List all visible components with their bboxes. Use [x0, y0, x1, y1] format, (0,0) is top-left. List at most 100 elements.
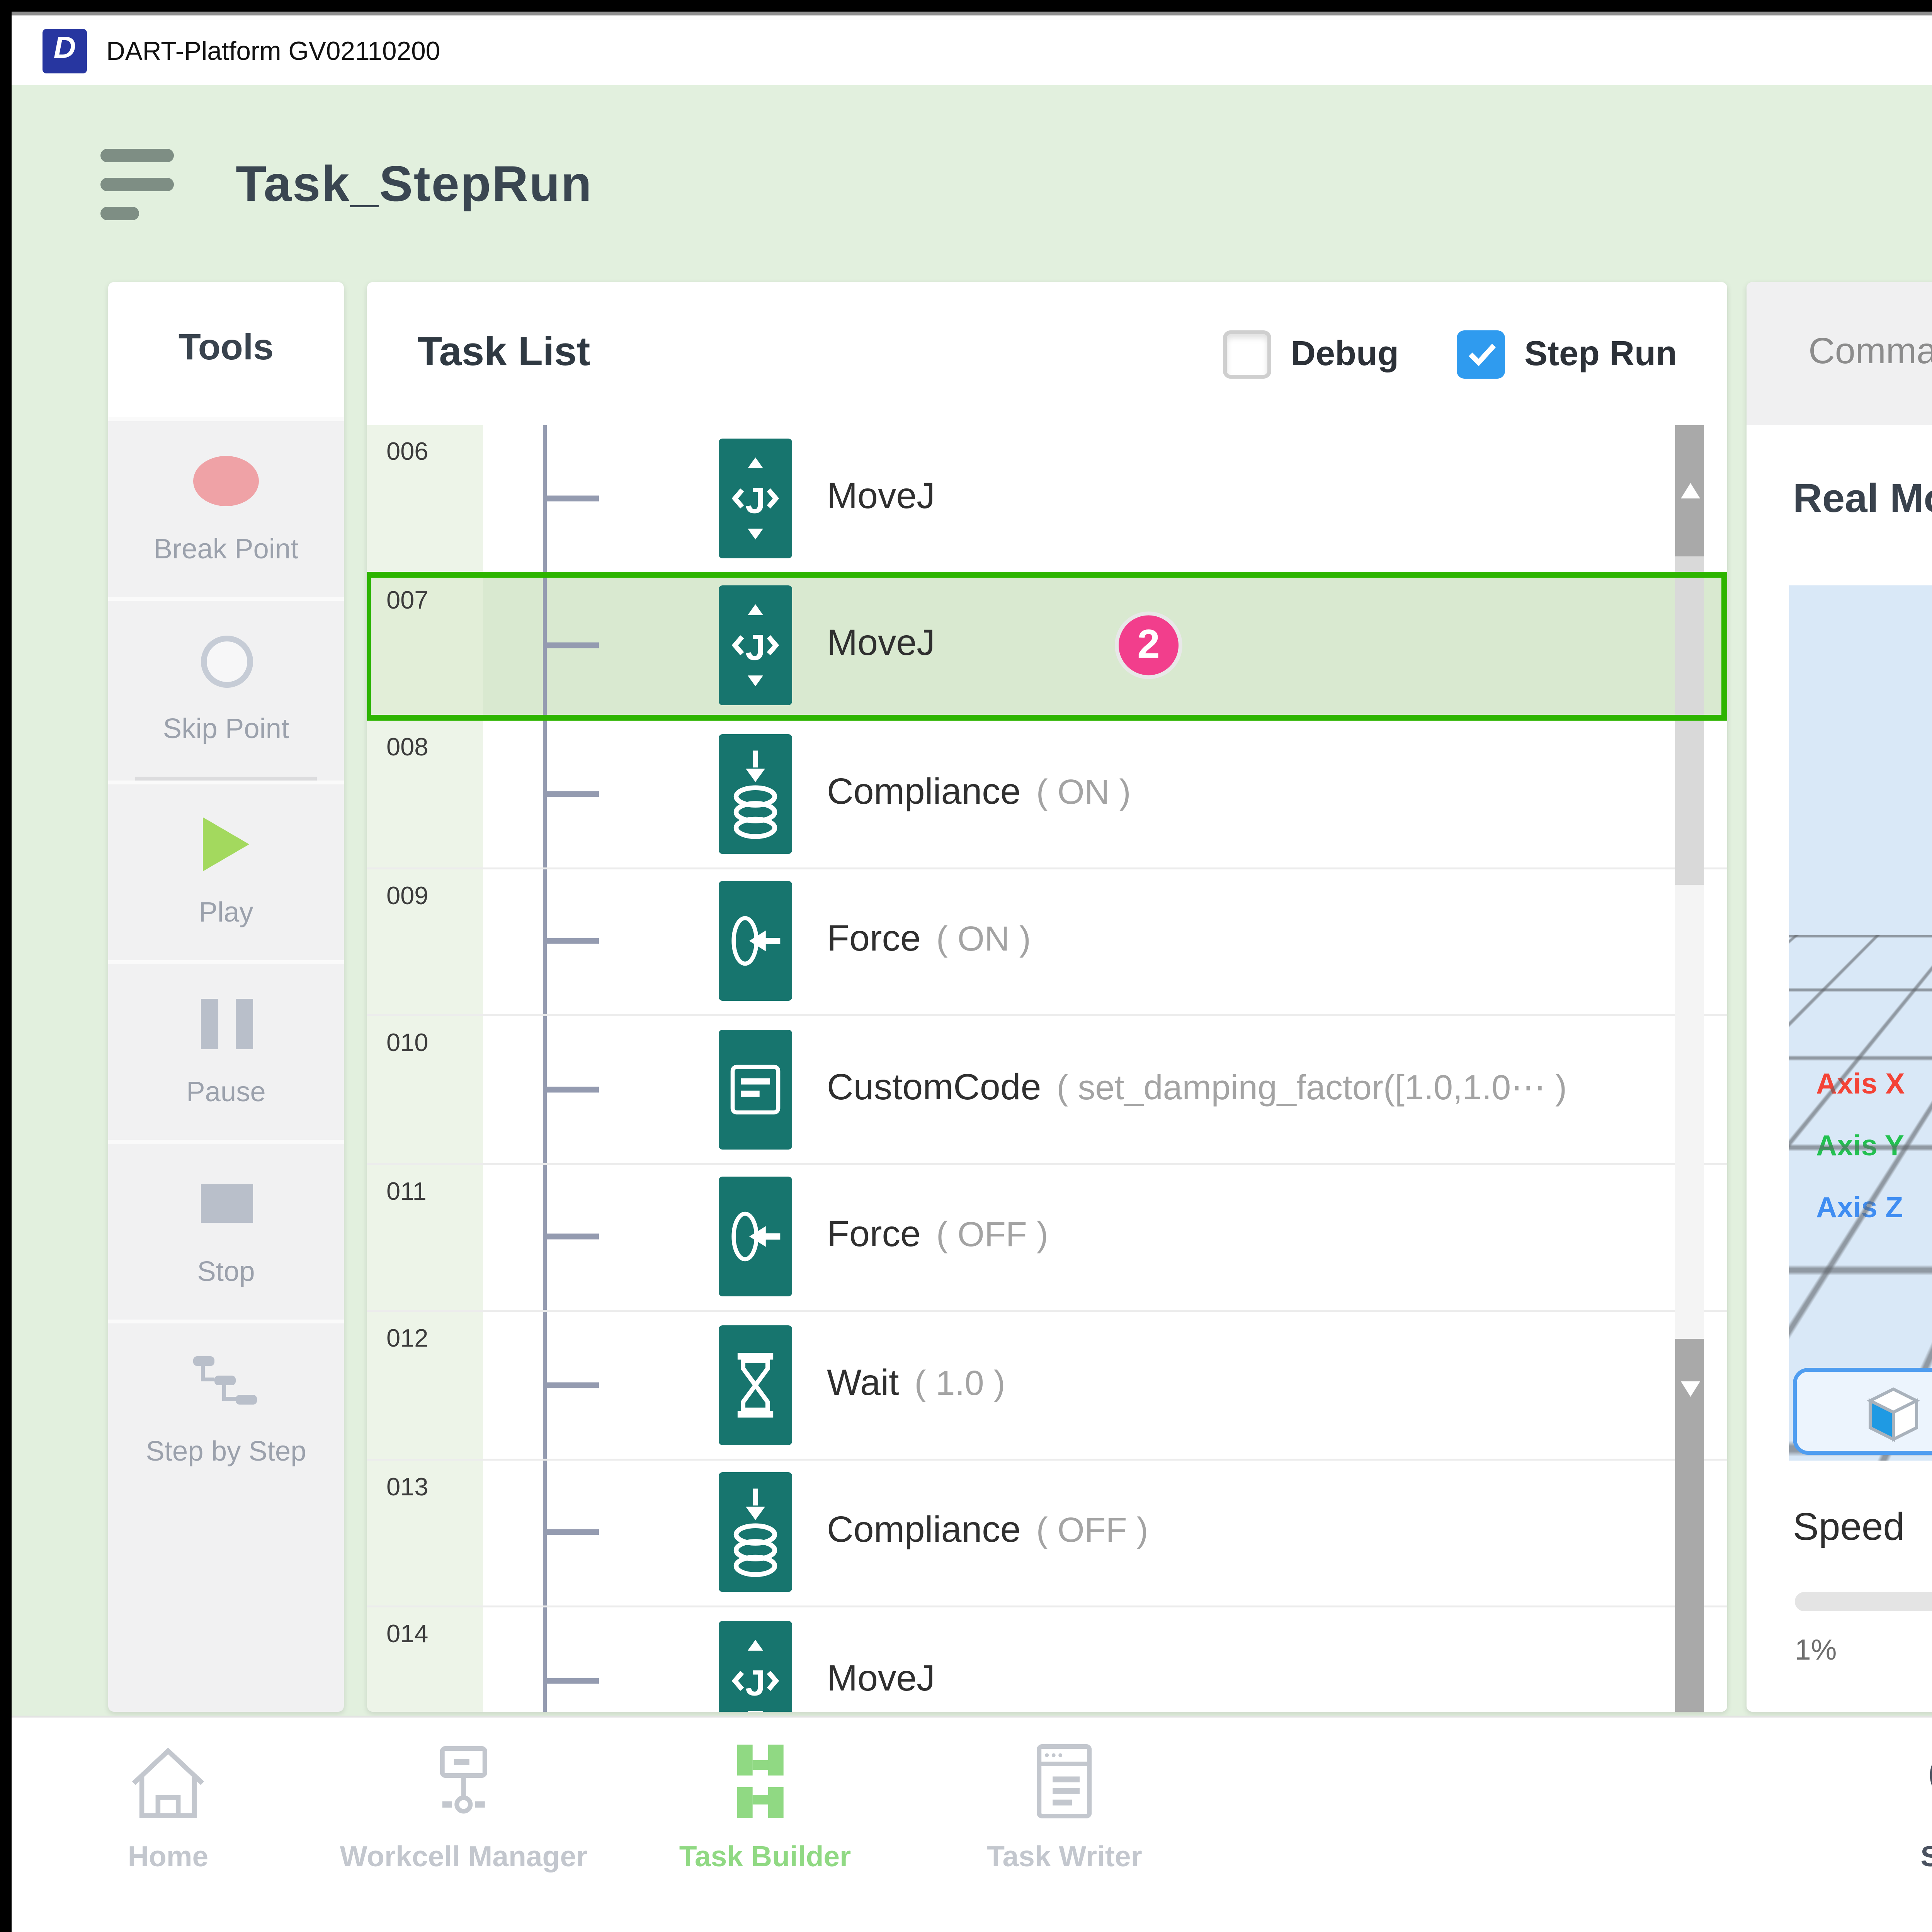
- row-number: 008: [367, 721, 483, 867]
- window-title: DART-Platform GV02110200: [106, 36, 440, 65]
- right-panel-tabs: Command Property Variable Play: [1747, 282, 1932, 425]
- nav-item-task-writer[interactable]: Task Writer: [987, 1740, 1142, 1873]
- view-preset-bar: [1789, 1368, 1932, 1461]
- command-name: MoveJ: [827, 624, 935, 665]
- task-list-panel: Task List Debug Step Run: [367, 282, 1727, 1712]
- nav-item-home[interactable]: Home: [124, 1740, 213, 1873]
- compliance-icon: [719, 734, 792, 854]
- status-icon: [1920, 1740, 1932, 1825]
- command-name: MoveJ: [827, 1659, 935, 1700]
- nav-item-task-builder[interactable]: Task Builder: [679, 1740, 851, 1873]
- task-list: 006 J MoveJ 007 J MoveJ: [367, 425, 1727, 1712]
- task-builder-icon: [726, 1740, 804, 1825]
- real-mode-label: Real Mode: [1793, 477, 1932, 524]
- view-left-button[interactable]: [1793, 1368, 1932, 1455]
- pause-tool-button[interactable]: Pause: [108, 960, 344, 1140]
- window-titlebar: D DART-Platform GV02110200 ✕: [12, 12, 1932, 85]
- row-number: 014: [367, 1607, 483, 1712]
- movej-icon: J: [719, 1621, 792, 1712]
- row-number: 012: [367, 1312, 483, 1458]
- svg-text:J: J: [745, 1662, 765, 1702]
- task-row-010[interactable]: 010 CustomCode( set_damping_factor([1.0,…: [367, 1016, 1727, 1164]
- cube-left-icon: [1859, 1379, 1929, 1444]
- tab-command[interactable]: Command: [1747, 282, 1932, 425]
- stop-tool-button[interactable]: Stop: [108, 1140, 344, 1320]
- force-icon: [719, 1177, 792, 1297]
- scrollbar-up-thumb[interactable]: [1675, 425, 1704, 556]
- play-tool-button[interactable]: Play: [108, 781, 344, 960]
- scrollbar-down-thumb[interactable]: [1675, 1339, 1704, 1712]
- viewport-3d[interactable]: Axis X Axis Y Axis Z FRONT: [1789, 585, 1932, 1461]
- app-logo-icon: D: [43, 28, 87, 73]
- task-row-013[interactable]: 013 Compliance( OFF ): [367, 1460, 1727, 1608]
- step-run-checkbox[interactable]: Step Run: [1457, 330, 1677, 378]
- pause-icon: [200, 999, 252, 1049]
- menu-button[interactable]: [100, 148, 174, 219]
- row-number: 007: [367, 573, 483, 719]
- speed-section: Speed 1% 100% 3: [1789, 1484, 1932, 1712]
- wait-icon: [719, 1325, 792, 1445]
- row-number: 013: [367, 1460, 483, 1606]
- svg-text:J: J: [745, 628, 765, 668]
- stop-icon: [200, 1184, 252, 1223]
- app-window: D DART-Platform GV02110200 ✕ Task_StepRu…: [12, 12, 1932, 1931]
- real-mode-row: Real Mode 00:00:00.00: [1747, 425, 1932, 576]
- movej-icon: J: [719, 438, 792, 558]
- app-header: Task_StepRun: [12, 85, 1932, 282]
- compliance-icon: [719, 1473, 792, 1592]
- axis-y-label: Axis Y: [1816, 1130, 1905, 1163]
- debug-checkbox-box: [1223, 330, 1271, 378]
- task-list-header: Task List Debug Step Run: [367, 282, 1727, 425]
- step-run-checkbox-box: [1457, 330, 1505, 378]
- break-point-button[interactable]: Break Point: [108, 417, 344, 597]
- nav-item-status[interactable]: Status: [1920, 1740, 1932, 1873]
- command-name: CustomCode: [827, 1068, 1041, 1109]
- svg-text:J: J: [745, 480, 765, 520]
- speed-min-label: 1%: [1795, 1634, 1837, 1667]
- home-icon: [124, 1740, 213, 1825]
- scrollbar-track-segment[interactable]: [1675, 556, 1704, 885]
- skip-point-icon: [200, 635, 252, 687]
- task-row-014[interactable]: 014 J MoveJ: [367, 1607, 1727, 1712]
- scrollbar-up-arrow-icon: [1680, 483, 1699, 498]
- task-row-008[interactable]: 008 Compliance( ON ): [367, 721, 1727, 869]
- step-by-step-icon: [189, 1354, 263, 1412]
- command-name: MoveJ: [827, 477, 935, 517]
- workcell-manager-icon: [423, 1740, 504, 1825]
- task-row-012[interactable]: 012 Wait( 1.0 ): [367, 1312, 1727, 1460]
- play-icon: [203, 817, 249, 871]
- row-number: 011: [367, 1164, 483, 1310]
- command-name: Wait: [827, 1364, 899, 1404]
- command-name: Force: [827, 920, 921, 961]
- task-list-title: Task List: [417, 330, 590, 377]
- nav-item-workcell-manager[interactable]: Workcell Manager: [340, 1740, 588, 1873]
- task-row-011[interactable]: 011 Force( OFF ): [367, 1164, 1727, 1312]
- movej-icon: J: [719, 586, 792, 706]
- task-writer-icon: [1026, 1740, 1103, 1825]
- task-row-007-selected[interactable]: 007 J MoveJ 2: [367, 573, 1727, 721]
- step-by-step-button[interactable]: Step by Step: [108, 1320, 344, 1499]
- customcode-icon: [719, 1029, 792, 1149]
- speed-label: Speed: [1793, 1507, 1905, 1551]
- annotation-badge-2: 2: [1115, 612, 1182, 680]
- task-row-006[interactable]: 006 J MoveJ: [367, 425, 1727, 573]
- tools-title: Tools: [108, 282, 344, 417]
- tools-panel: Tools Break Point Skip Point Play Pause …: [108, 282, 344, 1712]
- axis-legend: Axis X Axis Y Axis Z: [1816, 1068, 1905, 1225]
- debug-checkbox[interactable]: Debug: [1223, 330, 1399, 378]
- check-icon: [1462, 334, 1500, 373]
- force-icon: [719, 881, 792, 1001]
- bottom-nav: Home Workcell Manager Task Builder Task …: [12, 1715, 1932, 1931]
- row-number: 006: [367, 425, 483, 571]
- task-row-009[interactable]: 009 Force( ON ): [367, 869, 1727, 1017]
- speed-slider[interactable]: [1795, 1592, 1932, 1611]
- right-panel: Command Property Variable Play Real Mode…: [1747, 282, 1932, 1712]
- row-number: 009: [367, 869, 483, 1015]
- skip-point-button[interactable]: Skip Point: [108, 597, 344, 777]
- command-name: Force: [827, 1216, 921, 1256]
- tree-branch: [543, 495, 599, 501]
- task-list-scrollbar[interactable]: [1675, 425, 1704, 1712]
- tools-divider: [135, 777, 317, 781]
- break-point-icon: [193, 456, 259, 506]
- grid-floor: [1789, 585, 1932, 935]
